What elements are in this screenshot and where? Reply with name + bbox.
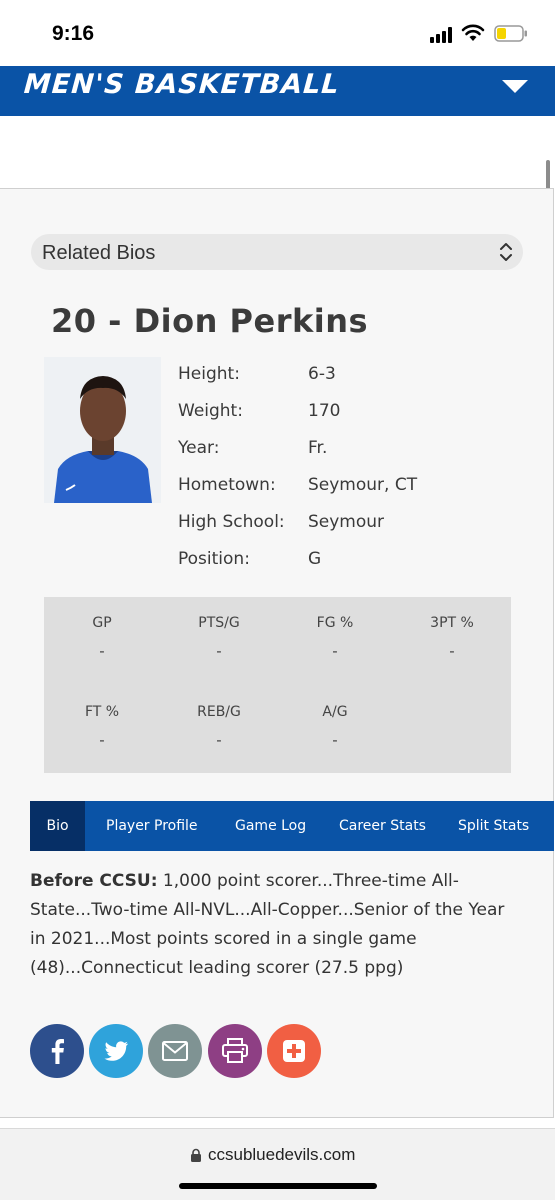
share-email-button[interactable] [148,1024,202,1078]
info-value: 170 [308,401,341,421]
info-label: High School: [178,512,285,532]
stat-value: - [99,731,105,749]
stats-summary: GP - PTS/G - FG % - 3PT % - FT % - REB/G… [44,597,511,773]
share-facebook-button[interactable] [30,1024,84,1078]
stat-value: - [216,731,222,749]
stat-value: - [332,731,338,749]
sport-title: MEN'S BASKETBALL [22,69,341,100]
battery-icon [494,25,527,42]
stat-label: A/G [322,704,348,720]
stat-value: - [216,642,222,660]
stat-label: GP [92,615,112,631]
tab-career-stats[interactable]: Career Stats [339,801,426,851]
stat-value: - [99,642,105,660]
stat-ft-pct: FT % - [44,704,160,749]
browser-address-bar[interactable]: ccsubluedevils.com [0,1128,555,1200]
bio-tabs: Bio Player Profile Game Log Career Stats… [30,801,554,851]
stat-fg-pct: FG % - [277,615,393,660]
stat-assists-per-game: A/G - [277,704,393,749]
share-twitter-button[interactable] [89,1024,143,1078]
info-row-hometown: Hometown: Seymour, CT [178,475,478,505]
url-text: ccsubluedevils.com [208,1145,356,1164]
tab-split-stats[interactable]: Split Stats [458,801,529,851]
bio-paragraph: Before CCSU: 1,000 point scorer...Three-… [30,867,525,983]
related-bios-label: Related Bios [42,242,156,264]
stat-label: PTS/G [198,615,240,631]
twitter-icon [89,1024,143,1078]
bio-lead: Before CCSU: [30,871,158,891]
lock-icon [191,1148,201,1162]
info-value: Fr. [308,438,328,458]
stat-pts-per-game: PTS/G - [161,615,277,660]
print-icon [208,1024,262,1078]
info-value: Seymour [308,512,385,532]
bio-card: Related Bios 20 - Dion Perkins Height: 6… [0,188,554,1118]
menu-caret-icon[interactable] [502,80,528,93]
site-header: MEN'S BASKETBALL [0,66,555,116]
facebook-icon [30,1024,84,1078]
tab-game-log[interactable]: Game Log [235,801,306,851]
stat-label: REB/G [197,704,241,720]
info-row-height: Height: 6-3 [178,364,478,394]
info-label: Weight: [178,401,243,421]
info-row-year: Year: Fr. [178,438,478,468]
info-row-weight: Weight: 170 [178,401,478,431]
info-value: Seymour, CT [308,475,418,495]
stat-label: FT % [84,704,120,720]
cellular-signal-icon [430,27,452,43]
select-arrows-icon [500,243,512,261]
tab-bio[interactable]: Bio [30,801,85,851]
info-label: Year: [178,438,220,458]
player-title: 20 - Dion Perkins [51,302,369,340]
status-time: 9:16 [52,22,95,45]
stat-label: 3PT % [430,615,474,631]
stat-value: - [449,642,455,660]
related-bios-select[interactable]: Related Bios [31,234,523,270]
player-photo [44,357,161,503]
status-bar: 9:16 [0,0,555,66]
info-label: Hometown: [178,475,276,495]
wifi-icon [461,24,485,41]
info-value: G [308,549,322,569]
stat-label: FG % [316,615,354,631]
info-label: Position: [178,549,250,569]
info-row-high-school: High School: Seymour [178,512,478,542]
email-icon [148,1024,202,1078]
share-more-button[interactable] [267,1024,321,1078]
info-row-position: Position: G [178,549,478,579]
share-print-button[interactable] [208,1024,262,1078]
add-icon [267,1024,321,1078]
info-value: 6-3 [308,364,336,384]
home-indicator[interactable] [179,1183,377,1189]
tab-player-profile[interactable]: Player Profile [106,801,198,851]
stat-value: - [332,642,338,660]
stat-3pt-pct: 3PT % - [394,615,510,660]
info-label: Height: [178,364,240,384]
stat-gp: GP - [44,615,160,660]
stat-reb-per-game: REB/G - [161,704,277,749]
